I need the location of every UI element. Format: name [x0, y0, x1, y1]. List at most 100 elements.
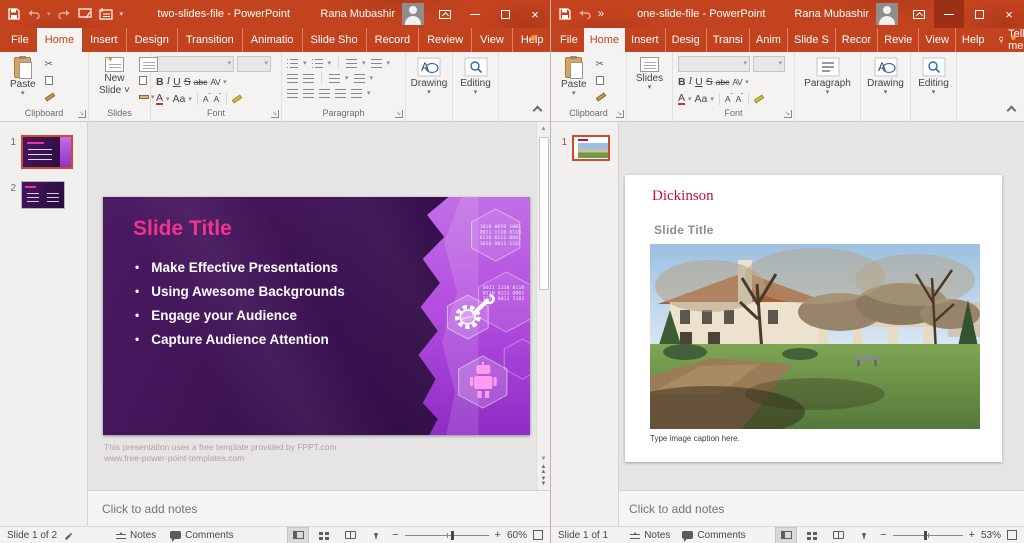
start-from-beginning-icon[interactable]	[78, 8, 92, 20]
zoom-in-button[interactable]: +	[495, 529, 501, 541]
scrollbar-thumb[interactable]	[539, 137, 549, 290]
format-painter-button[interactable]	[596, 90, 606, 103]
tab-transition[interactable]: Transition	[178, 28, 243, 52]
undo-icon[interactable]	[578, 9, 591, 19]
slide-sorter-view-button[interactable]	[314, 528, 334, 543]
undo-icon[interactable]	[27, 9, 40, 19]
character-spacing-button[interactable]: AV	[732, 77, 742, 87]
account-avatar[interactable]	[402, 3, 424, 25]
highlight-color-icon[interactable]	[232, 94, 242, 103]
zoom-in-button[interactable]: +	[969, 529, 975, 541]
maximize-button[interactable]	[964, 0, 994, 28]
editing-button[interactable]: Editing ▾	[455, 56, 496, 97]
numbering-icon[interactable]	[312, 59, 323, 68]
zoom-slider[interactable]	[405, 535, 489, 536]
scroll-up-icon[interactable]: ▲	[541, 123, 547, 135]
tab-record[interactable]: Record	[367, 28, 419, 52]
convert-smartart-icon[interactable]	[351, 89, 362, 98]
clipboard-dialog-launcher-icon[interactable]: ↘	[78, 110, 86, 118]
save-icon[interactable]	[559, 8, 571, 20]
highlight-color-icon[interactable]	[754, 94, 764, 103]
format-painter-button[interactable]	[45, 90, 55, 103]
reading-view-button[interactable]	[340, 528, 360, 543]
save-icon[interactable]	[8, 8, 20, 20]
slide-sorter-view-button[interactable]	[802, 528, 822, 543]
comments-toggle[interactable]: Comments	[682, 530, 745, 541]
tab-file[interactable]: File	[3, 28, 37, 52]
notes-toggle[interactable]: Notes	[116, 530, 156, 541]
font-color-button[interactable]: A	[678, 93, 685, 105]
underline-button[interactable]: U	[695, 76, 703, 88]
increase-font-button[interactable]: Aˆ	[725, 94, 733, 104]
italic-button[interactable]: I	[689, 76, 693, 87]
fit-slide-to-window-icon[interactable]	[533, 530, 543, 540]
italic-button[interactable]: I	[167, 76, 171, 87]
zoom-slider-thumb[interactable]	[924, 531, 927, 540]
vertical-scrollbar[interactable]: ▲ ▼ ▲▲ ▼▼	[536, 122, 550, 490]
ribbon-display-options-button[interactable]	[904, 0, 934, 28]
new-slide-button[interactable]: New Slide ˅	[94, 56, 135, 97]
align-right-icon[interactable]	[319, 89, 330, 98]
slide-1[interactable]: Dickinson Slide Title	[625, 175, 1002, 462]
slide-editing-canvas[interactable]: Dickinson Slide Title	[619, 122, 1024, 490]
drawing-button[interactable]: A Drawing ▾	[862, 56, 909, 97]
slide-title-text[interactable]: Slide Title	[133, 217, 232, 241]
tab-file[interactable]: File	[554, 28, 584, 52]
tab-transition[interactable]: Transi	[707, 28, 750, 52]
close-button[interactable]: ×	[994, 0, 1024, 28]
slide-1-thumbnail[interactable]	[572, 135, 610, 161]
fit-slide-to-window-icon[interactable]	[1007, 530, 1017, 540]
editing-button[interactable]: Editing ▾	[913, 56, 954, 97]
tab-animations[interactable]: Anim	[750, 28, 788, 52]
tab-design[interactable]: Desig	[666, 28, 707, 52]
next-slide-icon[interactable]: ▼▼	[541, 477, 547, 489]
align-text-icon[interactable]	[354, 74, 365, 83]
zoom-slider[interactable]	[893, 535, 963, 536]
slide-title-text[interactable]: Slide Title	[654, 223, 714, 237]
tab-record[interactable]: Recor	[836, 28, 878, 52]
decrease-font-button[interactable]: Aˇ	[736, 94, 744, 104]
justify-icon[interactable]	[335, 89, 346, 98]
thumbnail-row-2[interactable]: 2	[0, 178, 87, 218]
minimize-button[interactable]	[460, 0, 490, 28]
strikethrough-button[interactable]: abc	[716, 77, 730, 87]
change-case-button[interactable]: Aa	[173, 93, 186, 105]
tab-insert[interactable]: Insert	[82, 28, 127, 52]
copy-button[interactable]	[596, 74, 606, 87]
account-name[interactable]: Rana Mubashir	[794, 8, 869, 20]
text-direction-icon[interactable]	[371, 59, 382, 68]
reading-view-button[interactable]	[828, 528, 848, 543]
line-spacing-icon[interactable]	[346, 59, 357, 68]
close-button[interactable]: ×	[520, 0, 550, 28]
slides-button[interactable]: Slides ▾	[631, 56, 668, 92]
tell-me-button[interactable]: Tell me	[991, 28, 1024, 52]
minimize-button[interactable]	[934, 0, 964, 28]
paste-button[interactable]: Paste ▾	[556, 56, 592, 98]
tab-help[interactable]: Help	[956, 28, 991, 52]
normal-view-button[interactable]	[288, 528, 308, 543]
tab-slideshow[interactable]: Slide S	[788, 28, 836, 52]
clipboard-dialog-launcher-icon[interactable]: ↘	[616, 110, 624, 118]
slide-editing-canvas[interactable]: 1010 0010 1001 0011 1110 0110 0110 0111 …	[88, 122, 536, 490]
normal-view-button[interactable]	[776, 528, 796, 543]
bullets-icon[interactable]	[287, 59, 298, 68]
font-color-button[interactable]: A	[156, 93, 163, 105]
font-dialog-launcher-icon[interactable]: ↘	[784, 110, 792, 118]
tab-help[interactable]: Help	[513, 28, 552, 52]
undo-dropdown-icon[interactable]: ▾	[47, 11, 51, 18]
slide-body-text[interactable]: •Make Effective Presentations •Using Awe…	[135, 255, 345, 351]
slide-2-thumbnail[interactable]	[21, 181, 65, 209]
drawing-button[interactable]: A Drawing ▾	[406, 56, 453, 97]
spell-check-icon[interactable]	[63, 531, 72, 540]
increase-indent-icon[interactable]	[303, 74, 314, 83]
customize-qat-icon[interactable]: ▾	[120, 11, 124, 18]
tab-view[interactable]: View	[919, 28, 956, 52]
align-center-icon[interactable]	[303, 89, 314, 98]
account-avatar[interactable]	[876, 3, 898, 25]
tab-review[interactable]: Review	[419, 28, 472, 52]
change-case-button[interactable]: Aa	[695, 93, 708, 105]
notes-toggle[interactable]: Notes	[630, 530, 670, 541]
increase-font-button[interactable]: Aˆ	[203, 94, 211, 104]
strikethrough-button[interactable]: abc	[194, 77, 208, 87]
decrease-indent-icon[interactable]	[287, 74, 298, 83]
